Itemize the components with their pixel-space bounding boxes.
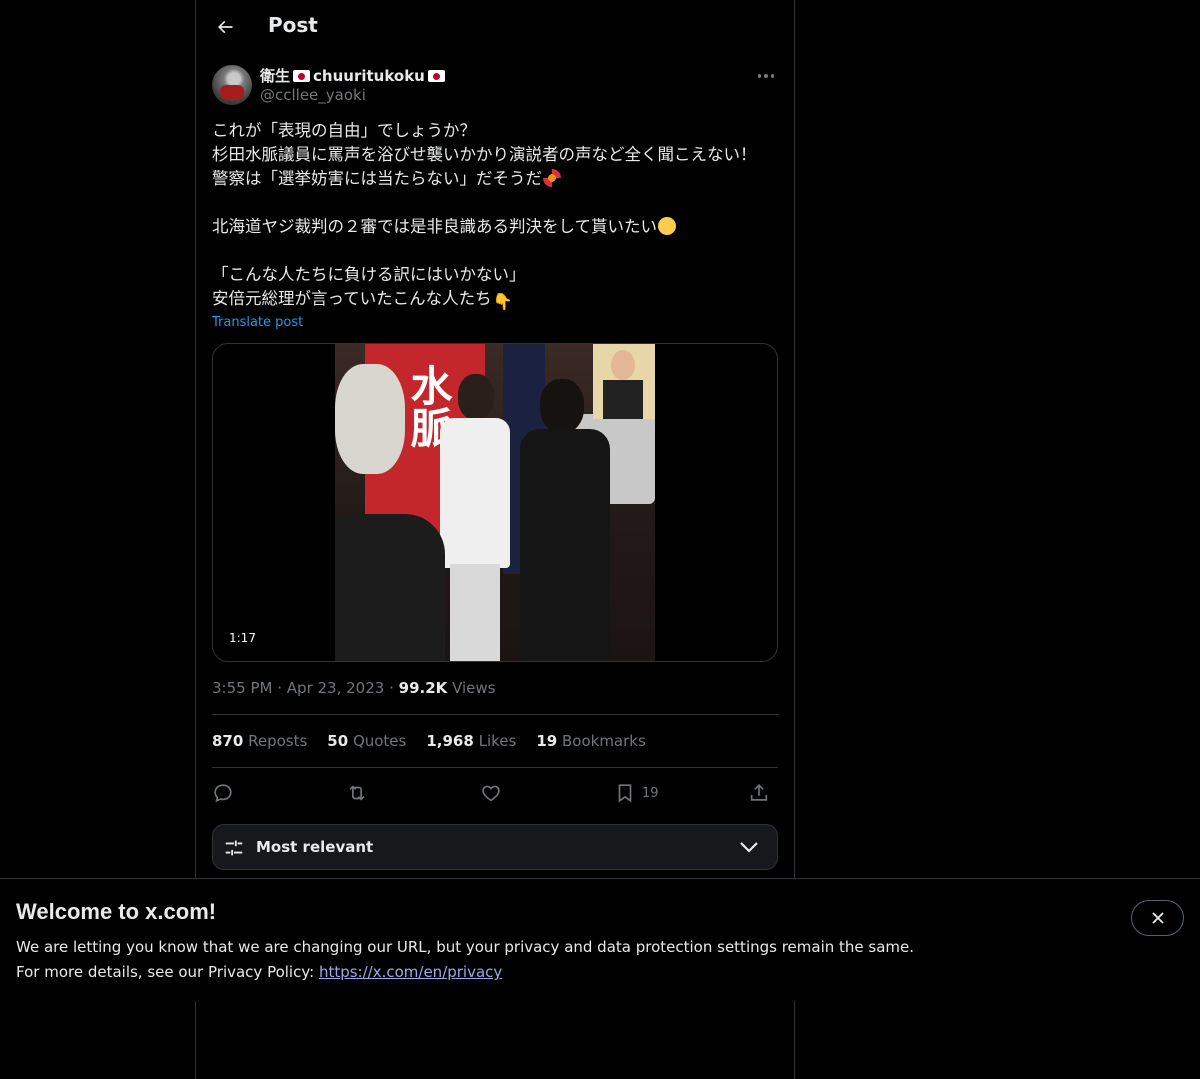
banner-text: We are letting you know that we are chan…: [16, 935, 914, 985]
likes-stat[interactable]: 1,968 Likes: [426, 732, 516, 750]
banner-close-button[interactable]: [1131, 900, 1184, 936]
share-icon: [750, 784, 768, 801]
post-meta: 3:55 PM · Apr 23, 2023 · 99.2K Views: [212, 679, 496, 697]
reply-sort-dropdown[interactable]: Most relevant: [212, 824, 778, 870]
translate-post-link[interactable]: Translate post: [212, 315, 303, 330]
post-text-line: 安倍元総理が言っていたこんな人たち👇: [212, 289, 513, 311]
like-icon: [482, 785, 500, 802]
video-player[interactable]: 水脈 1:17: [212, 343, 778, 662]
repost-button[interactable]: [346, 781, 368, 805]
japan-flag-icon: [293, 69, 311, 82]
post-text-line: 「こんな人たちに負ける訳にはいかない」: [212, 265, 526, 284]
back-button[interactable]: [208, 10, 242, 44]
person-foreground: [335, 364, 445, 661]
avatar[interactable]: [212, 65, 252, 105]
bookmark-button[interactable]: 19: [614, 781, 659, 805]
more-button[interactable]: [754, 66, 778, 86]
post-time[interactable]: 3:55 PM: [212, 679, 272, 697]
views-count: 99.2K: [398, 679, 448, 697]
post-text: これが「表現の自由」でしょうか？ 杉田水脈議員に罵声を浴びせ襲いかかり演説者の声…: [212, 119, 782, 311]
huffing-face-emoji-icon: [658, 217, 677, 235]
author-handle[interactable]: @ccllee_yaoki: [260, 86, 366, 104]
back-arrow-icon: [218, 20, 233, 34]
post-header: Post: [196, 0, 794, 54]
chevron-down-icon: [740, 842, 758, 853]
video-duration: 1:17: [225, 630, 260, 646]
bookmark-count: 19: [642, 785, 659, 801]
reply-icon: [214, 784, 232, 803]
page-title: Post: [268, 13, 318, 37]
bookmarks-stat[interactable]: 19 Bookmarks: [536, 732, 645, 750]
share-button[interactable]: [748, 781, 770, 805]
person-black-jacket: [520, 379, 610, 661]
close-icon: [1151, 912, 1164, 924]
japan-flag-icon: [427, 69, 445, 82]
pointing-down-emoji-icon: 👇: [492, 292, 513, 311]
author-name-part-2: chuuritukoku: [313, 66, 425, 85]
url-change-banner: Welcome to x.com! We are letting you kno…: [0, 878, 1200, 1001]
sort-label: Most relevant: [256, 838, 374, 856]
person-white-shirt: [440, 374, 510, 661]
banner-line-2: For more details, see our Privacy Policy…: [16, 963, 503, 981]
post-text-line: 警察は「選挙妨害には当たらない」だそうだ: [212, 167, 782, 191]
more-icon: [757, 74, 762, 78]
post-stats: 870 Reposts 50 Quotes 1,968 Likes 19 Boo…: [212, 732, 646, 750]
privacy-policy-link[interactable]: https://x.com/en/privacy: [319, 963, 502, 981]
bookmark-icon: [618, 784, 632, 803]
sliders-icon: [225, 840, 243, 856]
like-button[interactable]: [480, 781, 502, 805]
post-text-line: 杉田水脈議員に罵声を浴びせ襲いかかり演説者の声など全く聞こえない！: [212, 145, 757, 164]
reposts-stat[interactable]: 870 Reposts: [212, 732, 307, 750]
repost-icon: [349, 785, 365, 801]
reply-button[interactable]: [212, 781, 234, 805]
banner-title: Welcome to x.com!: [16, 899, 217, 924]
anger-emoji-icon: [543, 169, 561, 187]
author-name[interactable]: 衛生 chuuritukoku: [260, 65, 446, 86]
author-name-part-1: 衛生: [260, 67, 291, 85]
post-text-line: 北海道ヤジ裁判の２審では是非良識ある判決をして貰いたい: [212, 215, 782, 239]
post-author: 衛生 chuuritukoku @ccllee_yaoki: [212, 64, 778, 108]
banner-line-1: We are letting you know that we are chan…: [16, 938, 915, 956]
post-text-line: これが「表現の自由」でしょうか？: [212, 121, 476, 140]
post-actions: 19: [212, 781, 778, 805]
divider: [212, 767, 778, 768]
quotes-stat[interactable]: 50 Quotes: [327, 732, 406, 750]
divider: [212, 714, 778, 715]
views-label: Views: [452, 679, 496, 697]
post-date[interactable]: Apr 23, 2023: [287, 679, 385, 697]
video-frame: 水脈: [335, 344, 655, 661]
